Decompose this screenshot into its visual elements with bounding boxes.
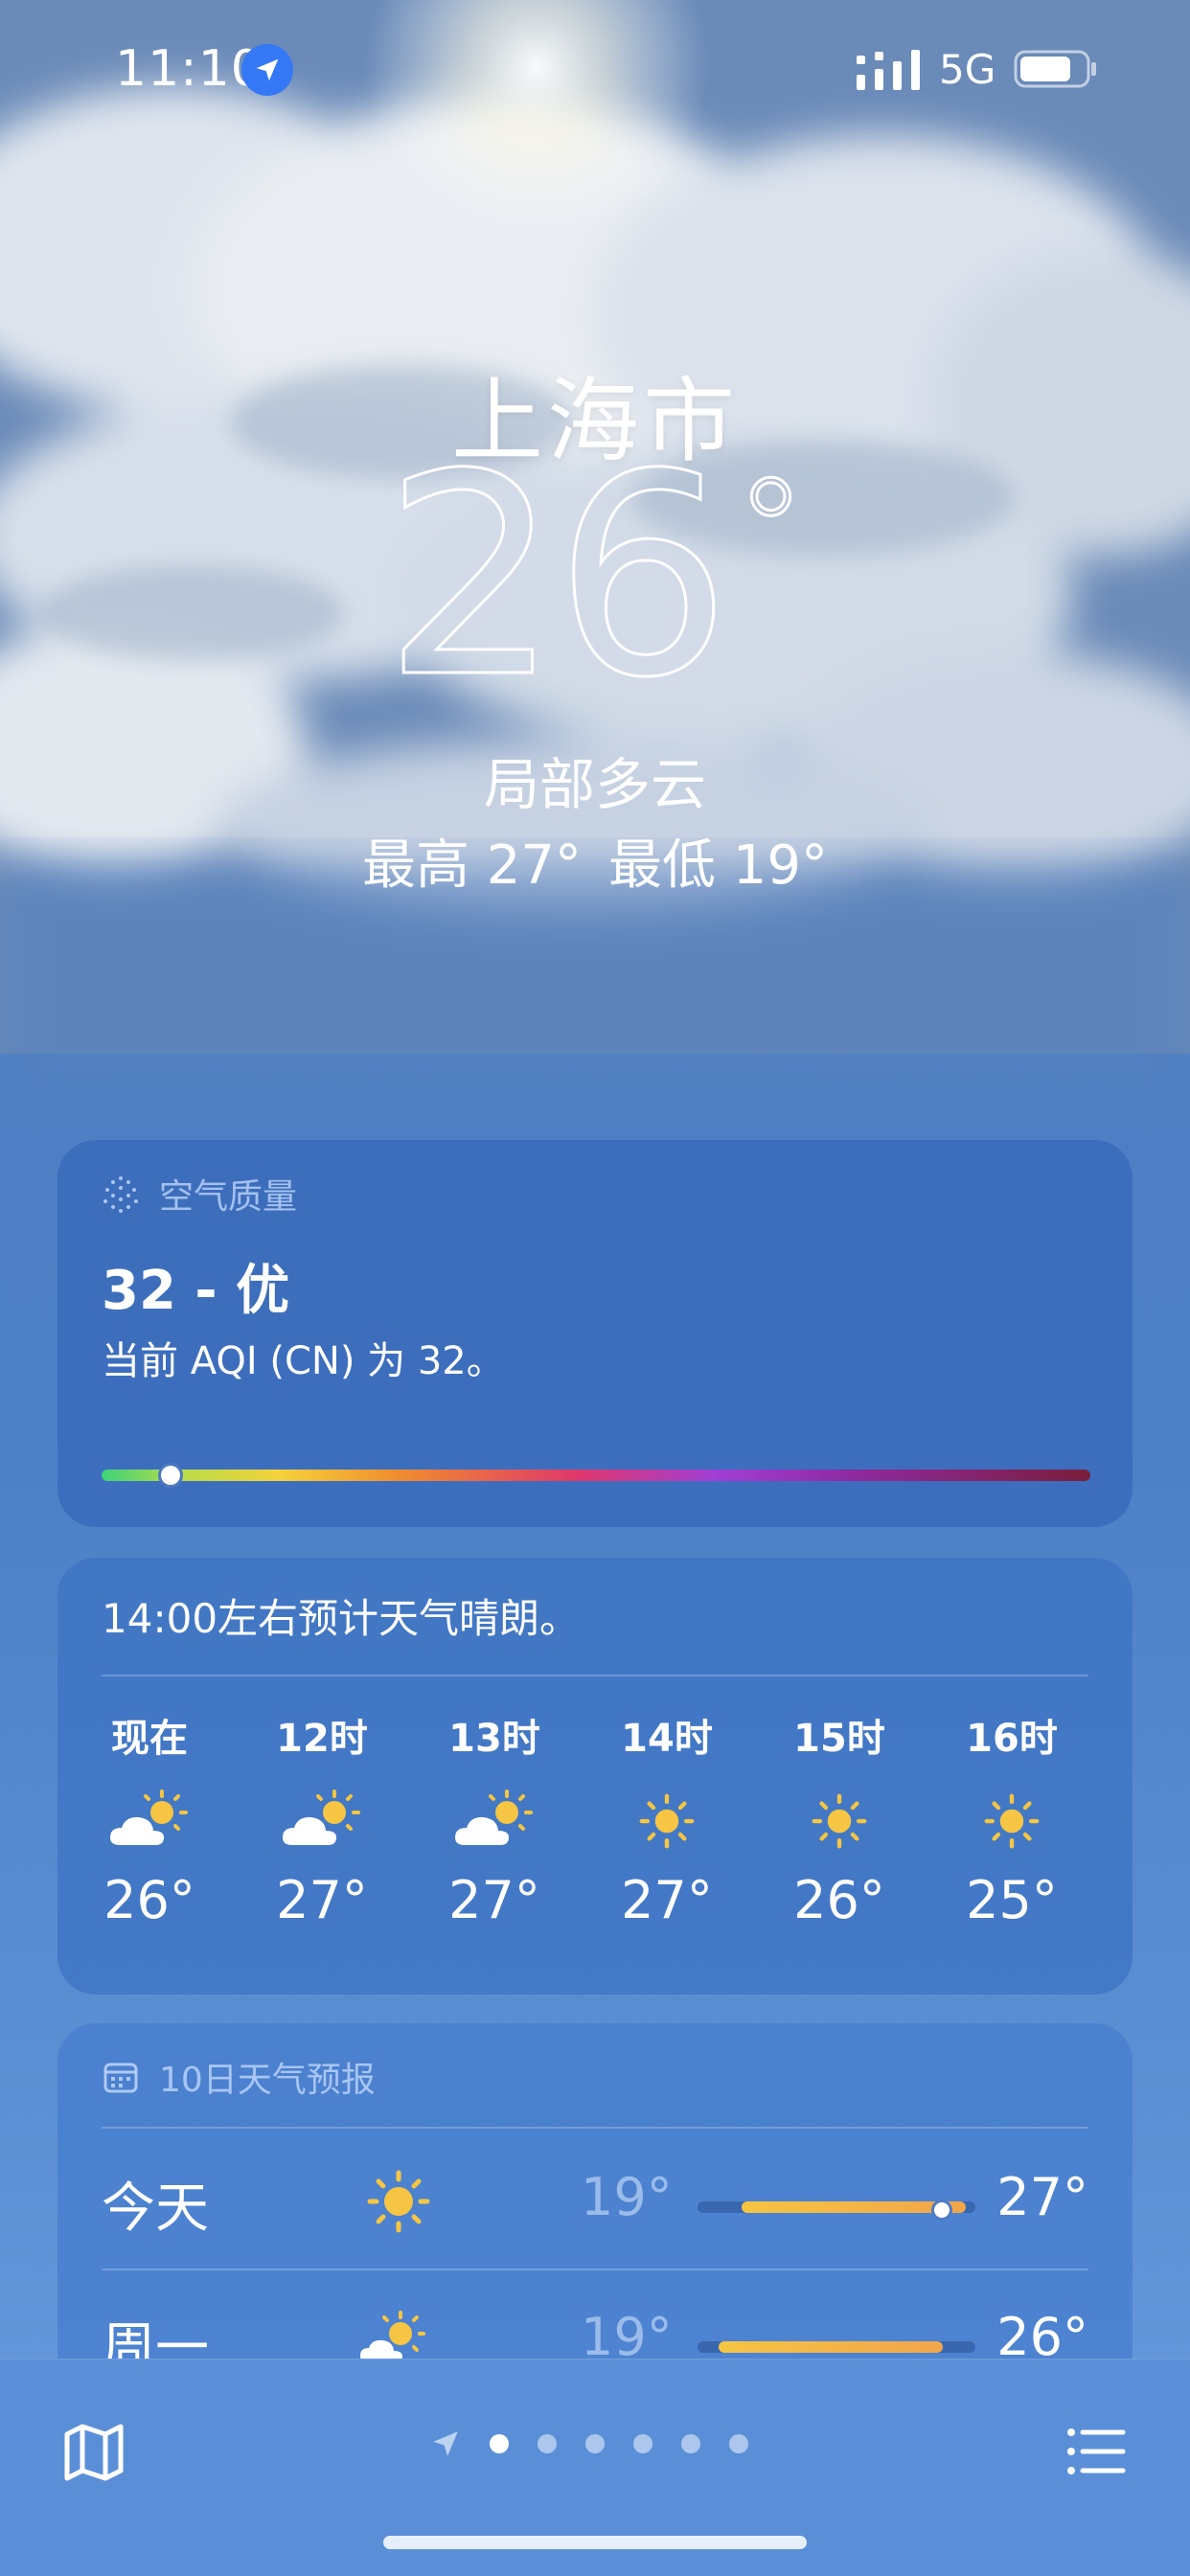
map-icon[interactable] — [59, 2417, 128, 2486]
day-low: 19° — [581, 2167, 673, 2227]
aqi-indicator — [158, 1463, 184, 1488]
hourly-summary: 14:00左右预计天气晴朗。 — [102, 1595, 581, 1642]
low-temperature: 最低 19° — [608, 834, 829, 897]
high-temperature: 最高 27° — [361, 834, 582, 897]
hour-temperature: 25° — [966, 1870, 1058, 1930]
hourly-divider — [102, 1675, 1088, 1676]
cellular-signal-icon — [857, 50, 920, 90]
day-name: 今天 — [102, 2177, 209, 2240]
weather-condition: 局部多云 — [483, 752, 706, 817]
hour-column: 12时 27° — [264, 1707, 379, 1930]
hour-temperature: 27° — [276, 1870, 368, 1930]
day-temperature-range — [698, 2341, 975, 2353]
status-bar: 11:10 5G — [0, 0, 1190, 144]
calendar-icon — [103, 2063, 138, 2093]
hour-label: 12时 — [276, 1717, 368, 1761]
hour-label: 14时 — [621, 1717, 713, 1761]
aqi-value: 32 - 优 — [102, 1260, 290, 1322]
page-dot[interactable] — [633, 2434, 652, 2453]
ten-day-title: 10日天气预报 — [159, 2061, 376, 2100]
page-dot[interactable] — [729, 2434, 748, 2453]
hour-temperature: 26° — [103, 1870, 195, 1930]
current-location-icon[interactable] — [429, 2428, 462, 2460]
day-row-today[interactable]: 今天 19° 27° — [102, 2136, 1088, 2270]
partly-cloudy-icon — [92, 1778, 207, 1864]
sun-icon — [609, 1778, 724, 1864]
hour-label: 15时 — [793, 1717, 885, 1761]
hour-temperature: 27° — [621, 1870, 713, 1930]
air-quality-card[interactable]: 空气质量 32 - 优 当前 AQI (CN) 为 32。 — [57, 1140, 1133, 1527]
day-range-fill — [719, 2341, 943, 2353]
daily-divider — [102, 2127, 1088, 2129]
hour-column: 13时 27° — [437, 1707, 552, 1930]
hour-label: 16时 — [966, 1717, 1058, 1761]
day-temperature-range — [698, 2200, 975, 2221]
hour-temperature: 26° — [793, 1870, 885, 1930]
hour-column: 现在 26° — [92, 1707, 207, 1930]
hour-column: 14时 27° — [609, 1707, 724, 1930]
aqi-description: 当前 AQI (CN) 为 32。 — [102, 1339, 505, 1383]
home-indicator — [383, 2536, 807, 2549]
partly-cloudy-icon — [264, 1778, 379, 1864]
air-quality-title: 空气质量 — [159, 1177, 298, 1217]
list-icon[interactable] — [1062, 2417, 1131, 2486]
page-dot[interactable] — [585, 2434, 605, 2453]
hourly-forecast-card[interactable]: 14:00左右预计天气晴朗。 现在 26° 12时 27° 13时 27° 14时 27° 15… — [57, 1558, 1133, 1995]
hour-column: 16时 25° — [954, 1707, 1069, 1930]
current-temp-marker — [931, 2200, 952, 2221]
page-dot[interactable] — [681, 2434, 700, 2453]
temperature-value: 26 — [381, 416, 732, 739]
hour-temperature: 27° — [448, 1870, 540, 1930]
page-dot[interactable] — [490, 2434, 509, 2453]
page-dot[interactable] — [538, 2434, 557, 2453]
sun-icon — [367, 2170, 430, 2233]
bottom-toolbar — [0, 2359, 1190, 2576]
current-temperature: 26° — [0, 416, 1190, 739]
location-services-icon — [241, 44, 293, 96]
day-high: 27° — [996, 2167, 1088, 2227]
hour-column: 15时 26° — [782, 1707, 897, 1930]
degree-symbol: ° — [734, 448, 809, 615]
sun-icon — [782, 1778, 897, 1864]
air-quality-header: 空气质量 — [102, 1169, 297, 1219]
air-quality-icon — [103, 1176, 138, 1213]
page-indicator[interactable] — [429, 2421, 763, 2467]
aqi-scale-bar — [102, 1470, 1090, 1481]
daily-divider — [102, 2268, 1088, 2270]
sun-icon — [954, 1778, 1069, 1864]
network-type: 5G — [939, 46, 996, 93]
hour-label: 现在 — [111, 1717, 188, 1761]
battery-icon — [1014, 50, 1096, 88]
partly-cloudy-icon — [437, 1778, 552, 1864]
hour-label: 13时 — [448, 1717, 540, 1761]
high-low-temperature: 最高 27° 最低 19° — [0, 822, 1190, 900]
ten-day-header: 10日天气预报 — [102, 2052, 376, 2102]
